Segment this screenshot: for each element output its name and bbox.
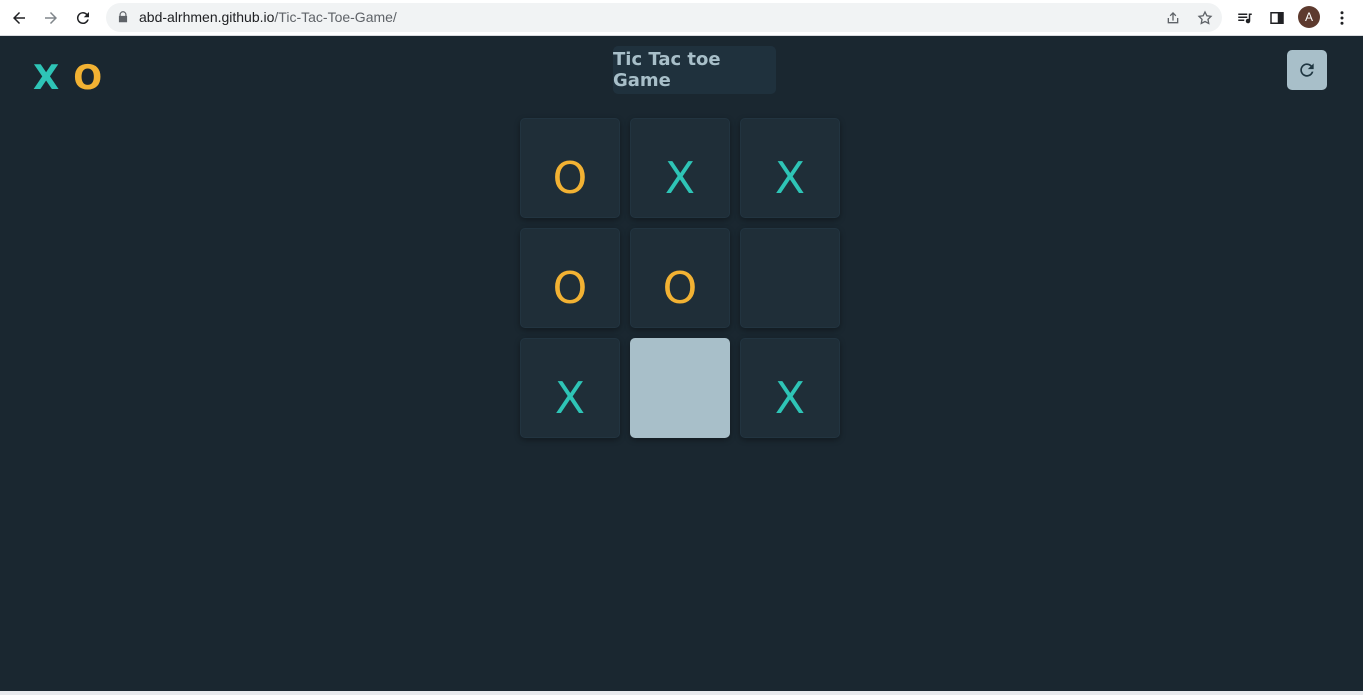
- browser-toolbar: abd-alrhmen.github.io/Tic-Tac-Toe-Game/ …: [0, 0, 1363, 36]
- board-cell[interactable]: [630, 338, 730, 438]
- board-cell[interactable]: [740, 228, 840, 328]
- media-icon[interactable]: [1234, 7, 1256, 29]
- game-board: O X X O O X X: [520, 118, 840, 438]
- bottom-strip: [0, 691, 1363, 695]
- board-cell[interactable]: O: [520, 118, 620, 218]
- logo: X O: [33, 58, 102, 98]
- board-cell[interactable]: X: [630, 118, 730, 218]
- board-cell[interactable]: X: [740, 338, 840, 438]
- lock-icon[interactable]: [116, 10, 130, 24]
- forward-icon[interactable]: [38, 5, 64, 31]
- address-bar[interactable]: abd-alrhmen.github.io/Tic-Tac-Toe-Game/: [106, 3, 1222, 32]
- logo-x: X: [33, 58, 60, 98]
- url-host: abd-alrhmen.github.io: [139, 9, 275, 25]
- restart-icon: [1300, 63, 1314, 77]
- title-box: Tic Tac toe Game: [613, 46, 776, 94]
- star-icon[interactable]: [1195, 8, 1215, 28]
- menu-icon[interactable]: [1331, 7, 1353, 29]
- board-cell[interactable]: O: [630, 228, 730, 328]
- back-icon[interactable]: [6, 5, 32, 31]
- reload-icon[interactable]: [70, 5, 96, 31]
- side-panel-icon[interactable]: [1266, 7, 1288, 29]
- page-title: Tic Tac toe Game: [613, 49, 721, 91]
- board-cell[interactable]: O: [520, 228, 620, 328]
- share-icon[interactable]: [1163, 8, 1183, 28]
- avatar[interactable]: A: [1298, 6, 1320, 28]
- board-cell[interactable]: X: [520, 338, 620, 438]
- logo-o: O: [73, 58, 103, 98]
- url-text[interactable]: abd-alrhmen.github.io/Tic-Tac-Toe-Game/: [139, 9, 397, 25]
- restart-button[interactable]: [1287, 50, 1327, 90]
- board-cell[interactable]: X: [740, 118, 840, 218]
- url-path: /Tic-Tac-Toe-Game/: [274, 9, 397, 25]
